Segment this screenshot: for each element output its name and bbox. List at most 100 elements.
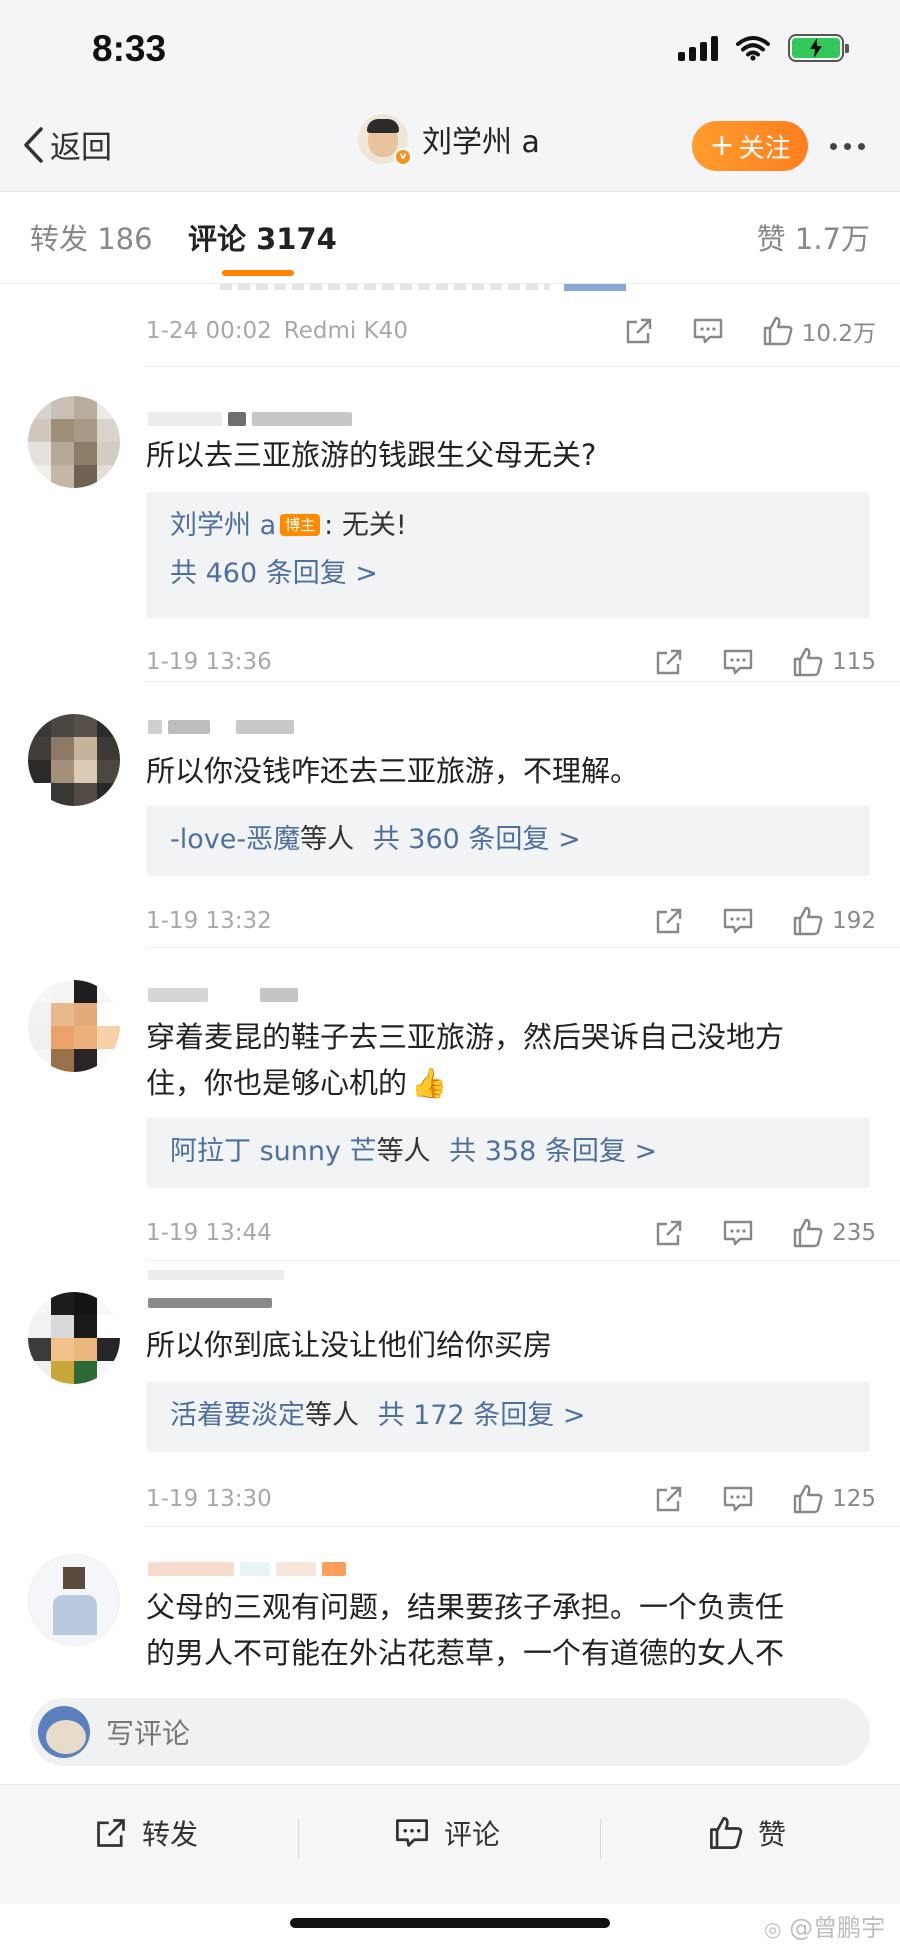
avatar[interactable] <box>28 396 120 488</box>
comment-button[interactable]: 评论 <box>394 1813 500 1853</box>
back-label: 返回 <box>50 130 112 166</box>
avatar[interactable] <box>28 1292 120 1384</box>
thumbs-up-icon <box>763 316 793 346</box>
avatar[interactable] <box>28 980 120 1072</box>
nav-user-name: 刘学州 a <box>422 125 540 160</box>
avatar <box>38 1706 90 1758</box>
reply-button[interactable] <box>692 316 724 346</box>
reply-button[interactable] <box>722 1484 754 1514</box>
divider <box>600 1819 601 1859</box>
share-icon <box>656 908 682 934</box>
thumbs-up-icon <box>793 1218 823 1248</box>
follow-button[interactable]: + 关注 <box>692 121 808 171</box>
share-icon <box>626 318 651 344</box>
reply-author[interactable]: -love-恶魔 <box>170 824 300 855</box>
comment-meta: 1-24 00:02 Redmi K40 10.2万 <box>146 306 876 356</box>
more-options-icon[interactable] <box>822 126 872 166</box>
follow-label: 关注 <box>738 133 791 164</box>
share-button[interactable] <box>654 647 684 677</box>
username-blurred <box>148 1562 346 1576</box>
comment-time: 1-19 13:32 <box>146 908 272 934</box>
reply-preview[interactable]: 刘学州 a 博主: 无关! 共 460 条回复 > <box>146 492 870 618</box>
nav-bar: 返回 v 刘学州 a + 关注 <box>0 100 900 192</box>
reply-author[interactable]: 活着要淡定 <box>170 1400 305 1431</box>
thumbs-up-emoji: 👍 <box>411 1066 448 1100</box>
reply-preview[interactable]: 活着要淡定等人 共 172 条回复 > <box>146 1382 870 1452</box>
active-tab-indicator <box>222 270 294 276</box>
avatar[interactable]: v <box>358 114 412 166</box>
write-comment-input[interactable]: 写评论 <box>30 1698 870 1766</box>
reply-preview[interactable]: -love-恶魔等人 共 360 条回复 > <box>146 806 870 876</box>
like-count: 235 <box>832 1220 876 1246</box>
comment-text-line: 穿着麦昆的鞋子去三亚旅游，然后哭诉自己没地方 <box>146 1020 785 1054</box>
comment-icon <box>723 908 753 934</box>
view-replies-link[interactable]: 共 172 条回复 > <box>378 1400 586 1431</box>
share-button[interactable] <box>624 316 654 346</box>
thumbs-up-icon <box>710 1817 743 1849</box>
reply-button[interactable] <box>722 906 754 936</box>
reply-preview[interactable]: 阿拉丁 sunny 芒等人 共 358 条回复 > <box>146 1118 870 1188</box>
avatar[interactable] <box>28 1554 120 1646</box>
reply-button[interactable] <box>722 647 754 677</box>
view-replies-link[interactable]: 共 460 条回复 > <box>170 550 846 598</box>
comment-time: 1-19 13:44 <box>146 1220 272 1246</box>
like-button[interactable]: 115 <box>792 646 876 678</box>
nav-user[interactable]: v 刘学州 a <box>358 114 540 166</box>
view-replies-link[interactable]: 共 360 条回复 > <box>373 824 581 855</box>
share-button[interactable] <box>654 1484 684 1514</box>
cellular-signal-icon <box>678 35 718 61</box>
repost-button[interactable]: 转发 <box>94 1813 198 1853</box>
avatar[interactable] <box>28 714 120 806</box>
reply-author[interactable]: 刘学州 a <box>170 510 276 541</box>
divider <box>146 1526 900 1527</box>
share-button[interactable] <box>654 1218 684 1248</box>
tab-comments[interactable]: 评论 3174 <box>188 216 337 258</box>
tab-likes[interactable]: 赞 1.7万 <box>757 216 870 258</box>
comment-meta: 1-19 13:44 235 <box>146 1208 876 1258</box>
comment-icon <box>693 318 722 344</box>
comment-label: 评论 <box>444 1818 501 1851</box>
reply-author[interactable]: 阿拉丁 sunny 芒 <box>170 1136 377 1167</box>
username-blurred <box>148 412 352 426</box>
comment-list[interactable]: 1-24 00:02 Redmi K40 10.2万 所以去三亚旅游的钱跟生父母… <box>0 284 900 1699</box>
like-button[interactable]: 192 <box>792 905 876 937</box>
back-button[interactable]: 返回 <box>22 122 112 167</box>
reply-others: 等人 <box>305 1400 359 1431</box>
thumbs-up-icon <box>793 906 823 936</box>
share-button[interactable] <box>654 906 684 936</box>
comment-icon <box>396 1819 428 1847</box>
view-replies-link[interactable]: 共 358 条回复 > <box>449 1136 657 1167</box>
comment-text: 所以你没钱咋还去三亚旅游，不理解。 <box>146 754 640 788</box>
bottom-action-bar: 转发 评论 赞 <box>0 1784 900 1904</box>
like-count: 10.2万 <box>801 321 876 347</box>
comment-time: 1-19 13:30 <box>146 1486 272 1512</box>
write-comment-placeholder: 写评论 <box>106 1717 191 1750</box>
like-button[interactable]: 125 <box>792 1483 876 1515</box>
reply-others: 等人 <box>376 1136 431 1167</box>
like-button[interactable]: 235 <box>792 1217 876 1249</box>
status-icons <box>678 34 849 62</box>
status-time: 8:33 <box>92 28 167 69</box>
share-icon <box>97 1819 125 1847</box>
like-post-button[interactable]: 赞 <box>708 1813 786 1853</box>
verified-badge-icon: v <box>394 148 412 166</box>
reply-button[interactable] <box>722 1218 754 1248</box>
comment-text: 所以去三亚旅游的钱跟生父母无关? <box>146 438 597 472</box>
divider <box>146 947 900 948</box>
thumbs-up-icon <box>793 1484 823 1514</box>
home-indicator[interactable] <box>290 1918 610 1928</box>
repost-label: 转发 <box>142 1818 199 1851</box>
comment-icon <box>723 1486 753 1512</box>
comment-text-line: 住，你也是够心机的 <box>146 1066 408 1100</box>
weibo-logo-icon: ◎ <box>764 1917 782 1941</box>
divider <box>146 681 900 682</box>
battery-icon <box>788 34 849 62</box>
tab-repost[interactable]: 转发 186 <box>30 216 153 258</box>
divider <box>146 1260 900 1261</box>
like-button[interactable]: 10.2万 <box>762 314 876 348</box>
wifi-icon <box>736 36 770 61</box>
share-icon <box>656 1486 682 1512</box>
watermark: ◎ @曾鹏宇 <box>764 1908 885 1943</box>
share-icon <box>656 649 682 675</box>
divider <box>146 366 900 367</box>
